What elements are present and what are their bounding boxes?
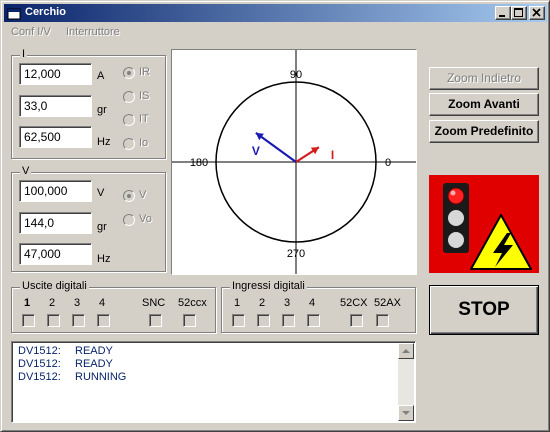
output-3-checkbox[interactable]	[72, 314, 85, 327]
output-4-checkbox[interactable]	[97, 314, 110, 327]
maximize-icon	[514, 8, 523, 17]
angle-label-270: 270	[287, 248, 305, 260]
log-device-id: DV1512:	[18, 358, 61, 370]
radio-is[interactable]	[123, 91, 135, 103]
radio-is-label: IS	[139, 90, 150, 102]
current-frequency-field[interactable]: 62,500	[19, 126, 92, 148]
angle-label-180: 180	[190, 157, 208, 169]
log-scrollbar[interactable]	[398, 343, 414, 421]
zoom-default-button[interactable]: Zoom Predefinito	[429, 120, 539, 143]
log-message: RUNNING	[75, 371, 127, 383]
output-2-label: 2	[49, 297, 56, 309]
current-group-legend: I	[20, 48, 28, 60]
scroll-up-icon	[402, 349, 410, 353]
digital-inputs-legend: Ingressi digitali	[230, 280, 307, 292]
maximize-button[interactable]	[511, 6, 527, 20]
menu-conf-iv[interactable]: Conf I/V	[11, 26, 51, 38]
current-amplitude-unit: A	[97, 70, 105, 82]
voltage-group: V 100,000 V 144,0 gr 47,000 Hz V Vo	[11, 165, 166, 272]
output-snc-checkbox[interactable]	[149, 314, 162, 327]
digital-outputs-legend: Uscite digitali	[20, 280, 89, 292]
current-angle-field[interactable]: 33,0	[19, 95, 92, 117]
minimize-button[interactable]	[495, 6, 511, 20]
radio-io-label: Io	[139, 137, 149, 149]
log-device-id: DV1512:	[18, 345, 61, 357]
voltage-amplitude-unit: V	[97, 187, 105, 199]
app-window: Cerchio Conf I/V Interruttore I 12,000 A…	[0, 0, 550, 432]
radio-ir-label: IR	[139, 66, 150, 78]
input-52ax-checkbox[interactable]	[376, 314, 389, 327]
log-message: READY	[75, 345, 113, 357]
traffic-light-icon	[443, 183, 469, 253]
menu-interruttore[interactable]: Interruttore	[66, 26, 120, 38]
current-amplitude-field[interactable]: 12,000	[19, 63, 92, 85]
log-device-id: DV1512:	[18, 371, 61, 383]
radio-v-label: V	[139, 189, 147, 201]
angle-label-0: 0	[385, 157, 391, 169]
scroll-down-icon	[402, 411, 410, 415]
input-2-label: 2	[259, 297, 266, 309]
input-52cx-checkbox[interactable]	[350, 314, 363, 327]
output-3-label: 3	[74, 297, 81, 309]
output-1-checkbox[interactable]	[22, 314, 35, 327]
phasor-vector-label: I	[331, 148, 334, 162]
close-icon	[532, 8, 541, 17]
voltage-frequency-field[interactable]: 47,000	[19, 243, 92, 265]
minimize-icon	[499, 15, 505, 17]
radio-vo-label: Vo	[139, 213, 152, 225]
log-textbox[interactable]: DV1512: READY DV1512: READY DV1512: RUNN…	[11, 341, 416, 423]
zoom-forward-button[interactable]: Zoom Avanti	[429, 93, 539, 116]
scroll-up-button[interactable]	[398, 343, 414, 359]
app-icon	[7, 8, 21, 20]
phasor-plot: 90 180 0 270 V I	[171, 49, 417, 275]
output-snc-label: SNC	[142, 297, 166, 309]
radio-v[interactable]	[123, 190, 135, 202]
input-3-checkbox[interactable]	[282, 314, 295, 327]
high-voltage-warning-icon	[470, 214, 532, 270]
phasor-vector-v: V	[252, 131, 297, 163]
digital-inputs-group: Ingressi digitali 1 2 3 4 52CX 52AX	[221, 280, 416, 333]
zoom-back-button[interactable]: Zoom Indietro	[429, 67, 539, 90]
phasor-vector-i: I	[295, 146, 334, 163]
radio-vo[interactable]	[123, 214, 135, 226]
phasor-vector-label: V	[252, 144, 260, 158]
input-2-checkbox[interactable]	[257, 314, 270, 327]
input-52cx-label: 52CX	[340, 297, 368, 309]
digital-outputs-group: Uscite digitali 1 2 3 4 SNC 52ccx	[11, 280, 216, 333]
phasor-chart: 90 180 0 270 V I	[172, 50, 416, 274]
output-52ccx-checkbox[interactable]	[183, 314, 196, 327]
radio-it-label: IT	[139, 113, 149, 125]
output-4-label: 4	[99, 297, 106, 309]
input-52ax-label: 52AX	[374, 297, 401, 309]
angle-label-90: 90	[290, 69, 302, 81]
input-1-label: 1	[234, 297, 241, 309]
input-4-checkbox[interactable]	[307, 314, 320, 327]
output-52ccx-label: 52ccx	[178, 297, 207, 309]
current-group: I 12,000 A 33,0 gr 62,500 Hz IR IS IT Io	[11, 48, 166, 159]
current-frequency-unit: Hz	[97, 136, 111, 148]
radio-io[interactable]	[123, 138, 135, 150]
close-button[interactable]	[529, 6, 545, 20]
input-3-label: 3	[284, 297, 291, 309]
radio-it[interactable]	[123, 114, 135, 126]
scroll-down-button[interactable]	[398, 405, 414, 421]
voltage-amplitude-field[interactable]: 100,000	[19, 180, 92, 202]
stop-button[interactable]: STOP	[429, 285, 539, 335]
input-1-checkbox[interactable]	[232, 314, 245, 327]
current-angle-unit: gr	[97, 104, 107, 116]
voltage-group-legend: V	[20, 165, 32, 177]
voltage-frequency-unit: Hz	[97, 253, 111, 265]
output-2-checkbox[interactable]	[47, 314, 60, 327]
window-title: Cerchio	[25, 6, 66, 18]
voltage-angle-field[interactable]: 144,0	[19, 212, 92, 234]
menu-bar: Conf I/V Interruttore	[4, 23, 547, 41]
alarm-graphic	[443, 183, 532, 270]
radio-ir[interactable]	[123, 67, 135, 79]
voltage-angle-unit: gr	[97, 221, 107, 233]
input-4-label: 4	[309, 297, 316, 309]
alarm-panel	[429, 175, 539, 273]
log-message: READY	[75, 358, 113, 370]
output-1-label: 1	[24, 297, 31, 309]
title-bar[interactable]: Cerchio	[4, 4, 547, 22]
